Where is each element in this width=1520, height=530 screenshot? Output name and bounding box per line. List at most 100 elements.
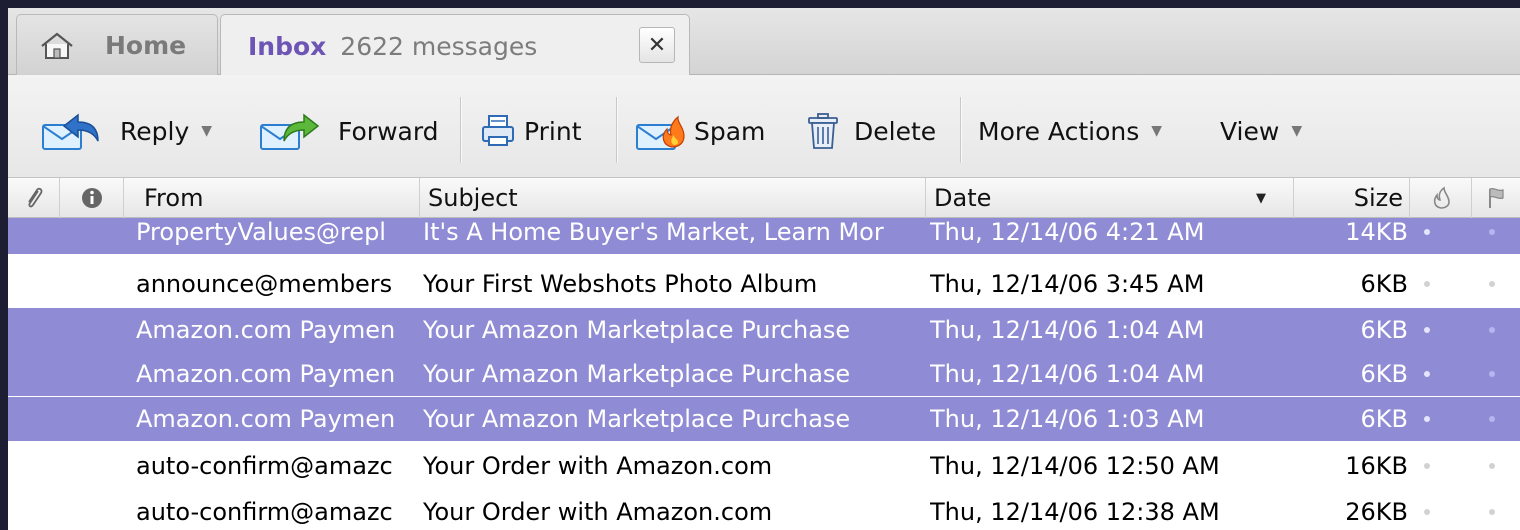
flag-toggle[interactable]	[1478, 352, 1506, 396]
message-row[interactable]: auto-confirm@amazc Your Order with Amazo…	[8, 490, 1520, 530]
message-from: Amazon.com Paymen	[136, 316, 396, 344]
print-button[interactable]: Print	[480, 105, 582, 157]
message-size: 6KB	[1360, 270, 1408, 298]
message-date: Thu, 12/14/06 12:50 AM	[930, 452, 1220, 480]
priority-dot-icon	[1424, 463, 1430, 469]
message-list: PropertyValues@repl It's A Home Buyer's …	[8, 218, 1520, 530]
reply-dropdown-icon[interactable]: ▼	[201, 123, 212, 139]
message-subject: Your First Webshots Photo Album	[423, 270, 818, 298]
priority-dot-icon	[1424, 371, 1430, 377]
message-row[interactable]: PropertyValues@repl It's A Home Buyer's …	[8, 218, 1520, 254]
toolbar: Reply ▼ Forward Print Spam Delete More A…	[8, 75, 1520, 178]
attachment-column-header[interactable]	[8, 178, 60, 218]
reply-button[interactable]: Reply ▼	[40, 105, 212, 157]
tab-inbox-label: Inbox	[248, 31, 327, 61]
flag-toggle[interactable]	[1478, 218, 1506, 254]
view-label: View	[1220, 116, 1280, 146]
flag-dot-icon	[1489, 416, 1495, 422]
message-from: Amazon.com Paymen	[136, 405, 396, 433]
flag-toggle[interactable]	[1478, 308, 1506, 352]
priority-dot-icon	[1424, 229, 1430, 235]
flag-toggle[interactable]	[1478, 490, 1506, 530]
message-from: Amazon.com Paymen	[136, 360, 396, 388]
printer-icon	[482, 115, 514, 146]
message-row[interactable]: Amazon.com Paymen Your Amazon Marketplac…	[8, 308, 1520, 352]
message-row[interactable]: auto-confirm@amazc Your Order with Amazo…	[8, 444, 1520, 488]
flag-dot-icon	[1489, 327, 1495, 333]
message-row[interactable]: announce@members Your First Webshots Pho…	[8, 262, 1520, 306]
message-date: Thu, 12/14/06 1:04 AM	[930, 316, 1205, 344]
message-row[interactable]: Amazon.com Paymen Your Amazon Marketplac…	[8, 397, 1520, 441]
message-date: Thu, 12/14/06 1:04 AM	[930, 360, 1205, 388]
message-size: 26KB	[1345, 498, 1408, 526]
column-header-row: From Subject Date ▼ Size	[8, 178, 1520, 218]
message-subject: It's A Home Buyer's Market, Learn Mor	[423, 218, 884, 246]
from-column-header[interactable]: From	[124, 178, 420, 218]
forward-icon	[260, 113, 320, 150]
priority-dot-icon	[1424, 327, 1430, 333]
delete-label: Delete	[854, 116, 937, 146]
flag-dot-icon	[1489, 509, 1495, 515]
size-column-header[interactable]: Size	[1294, 178, 1410, 218]
close-icon: ✕	[647, 32, 667, 58]
view-button[interactable]: View ▼	[1220, 105, 1302, 157]
flag-toggle[interactable]	[1478, 397, 1506, 441]
forward-button[interactable]: Forward	[258, 105, 439, 157]
priority-column-header[interactable]	[1410, 178, 1472, 218]
priority-toggle[interactable]	[1413, 262, 1441, 306]
chevron-down-icon: ▼	[1151, 123, 1163, 139]
forward-label: Forward	[338, 116, 439, 146]
spam-button[interactable]: Spam	[634, 105, 765, 157]
message-row[interactable]: Amazon.com Paymen Your Amazon Marketplac…	[8, 352, 1520, 396]
info-icon	[81, 188, 102, 208]
reply-label: Reply	[120, 116, 190, 146]
message-size: 14KB	[1345, 218, 1408, 246]
close-tab-button[interactable]: ✕	[639, 27, 675, 63]
chevron-down-icon: ▼	[1291, 123, 1303, 139]
flag-dot-icon	[1489, 371, 1495, 377]
priority-toggle[interactable]	[1413, 397, 1441, 441]
priority-dot-icon	[1424, 416, 1430, 422]
message-date: Thu, 12/14/06 3:45 AM	[930, 270, 1205, 298]
message-from: auto-confirm@amazc	[136, 452, 393, 480]
message-subject: Your Order with Amazon.com	[423, 452, 773, 480]
message-size: 6KB	[1360, 360, 1408, 388]
home-icon	[41, 32, 73, 59]
toolbar-separator	[460, 97, 461, 163]
spam-icon	[636, 115, 685, 150]
spam-label: Spam	[694, 116, 766, 146]
print-label: Print	[524, 116, 582, 146]
tab-home[interactable]: Home	[16, 14, 218, 76]
message-subject: Your Amazon Marketplace Purchase	[423, 316, 851, 344]
subject-column-header[interactable]: Subject	[420, 178, 926, 218]
message-from: announce@members	[136, 270, 393, 298]
priority-toggle[interactable]	[1413, 444, 1441, 488]
more-actions-label: More Actions	[978, 116, 1140, 146]
flag-column-header[interactable]	[1472, 178, 1520, 218]
message-from: PropertyValues@repl	[136, 218, 386, 246]
flag-toggle[interactable]	[1478, 444, 1506, 488]
priority-toggle[interactable]	[1413, 490, 1441, 530]
flag-dot-icon	[1489, 281, 1495, 287]
date-column-header[interactable]: Date ▼	[926, 178, 1294, 218]
delete-button[interactable]: Delete	[806, 105, 936, 157]
priority-toggle[interactable]	[1413, 308, 1441, 352]
mail-window: Home Inbox 2622 messages ✕ Reply ▼ Forwa…	[8, 8, 1520, 530]
toolbar-separator	[616, 97, 617, 163]
message-date: Thu, 12/14/06 1:03 AM	[930, 405, 1205, 433]
tab-inbox[interactable]: Inbox 2622 messages ✕	[220, 14, 690, 77]
info-column-header[interactable]	[60, 178, 124, 218]
subject-header-label: Subject	[428, 184, 518, 212]
priority-toggle[interactable]	[1413, 218, 1441, 254]
message-size: 6KB	[1360, 405, 1408, 433]
flag-toggle[interactable]	[1478, 262, 1506, 306]
priority-toggle[interactable]	[1413, 352, 1441, 396]
priority-dot-icon	[1424, 281, 1430, 287]
flag-icon	[1489, 187, 1504, 208]
sort-descending-icon: ▼	[1256, 190, 1266, 206]
more-actions-button[interactable]: More Actions ▼	[978, 105, 1162, 157]
priority-dot-icon	[1424, 509, 1430, 515]
size-header-label: Size	[1353, 184, 1403, 212]
date-header-label: Date	[934, 184, 992, 212]
message-subject: Your Amazon Marketplace Purchase	[423, 360, 851, 388]
